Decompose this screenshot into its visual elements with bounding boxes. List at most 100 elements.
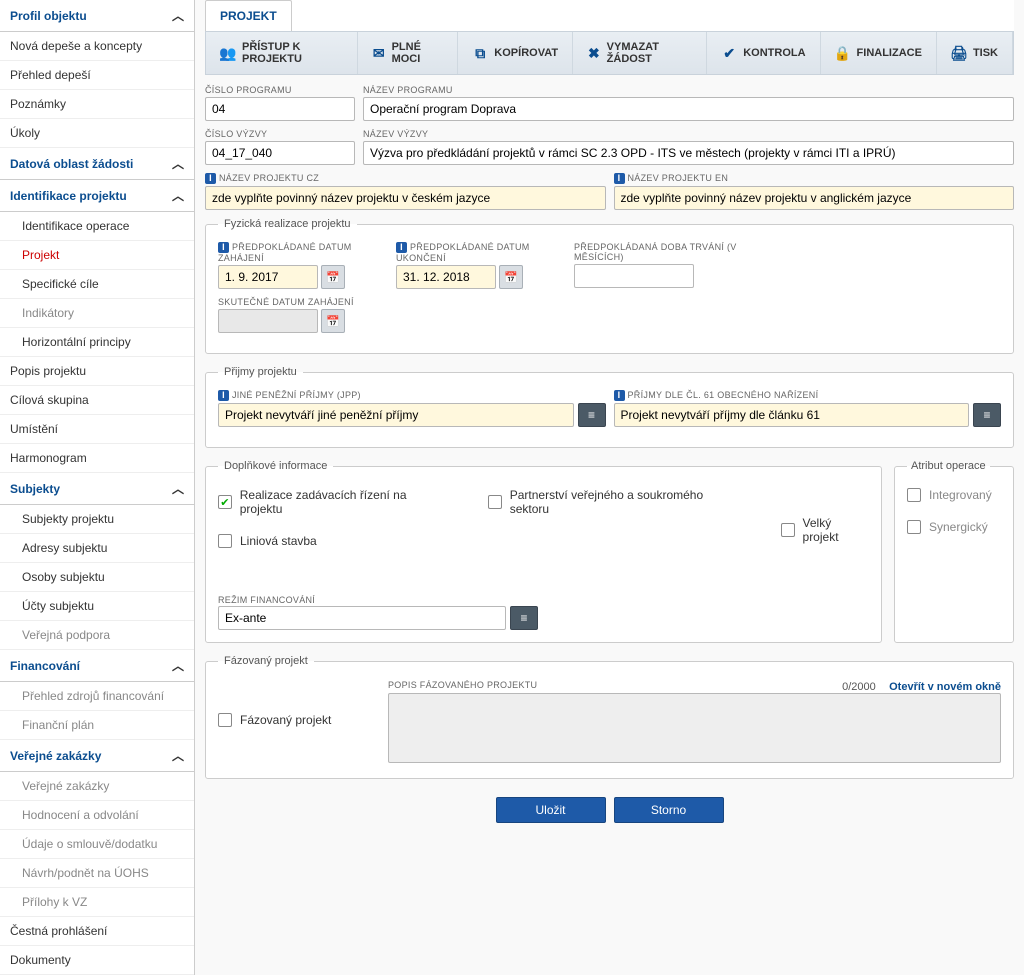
popis-fazovany-textarea[interactable]: [388, 693, 1001, 763]
toolbar: 👥PŘÍSTUP K PROJEKTU ✉PLNÉ MOCI ⧉KOPÍROVA…: [205, 31, 1014, 75]
sidebar-item-indikatory[interactable]: Indikátory: [0, 299, 194, 328]
calendar-icon: 📅: [326, 315, 340, 328]
sidebar-item-prehled-zdroju[interactable]: Přehled zdrojů financování: [0, 682, 194, 711]
sidebar-item-verejna-podpora[interactable]: Veřejná podpora: [0, 621, 194, 650]
sidebar-header-vz[interactable]: Veřejné zakázky ︿: [0, 740, 194, 772]
sidebar-header-label: Profil objektu: [10, 9, 87, 23]
sidebar-item-identifikace-operace[interactable]: Identifikace operace: [0, 212, 194, 241]
sidebar-item-ukoly[interactable]: Úkoly: [0, 119, 194, 148]
chk-velky[interactable]: [781, 523, 795, 537]
tab-projekt[interactable]: PROJEKT: [205, 0, 292, 31]
sidebar-header-identifikace[interactable]: Identifikace projektu ︿: [0, 180, 194, 212]
jpp-input[interactable]: [218, 403, 574, 427]
calendar-button[interactable]: 📅: [499, 265, 523, 289]
chk-synergicky[interactable]: [907, 520, 921, 534]
lookup-button[interactable]: ≡: [510, 606, 538, 630]
tool-pristup[interactable]: 👥PŘÍSTUP K PROJEKTU: [206, 32, 358, 74]
calendar-button[interactable]: 📅: [321, 265, 345, 289]
required-icon: i: [396, 242, 407, 253]
nazev-en-input[interactable]: [614, 186, 1015, 210]
sidebar-item-cestna[interactable]: Čestná prohlášení: [0, 917, 194, 946]
sidebar-item-prehled-depesi[interactable]: Přehled depeší: [0, 61, 194, 90]
sidebar-header-label: Veřejné zakázky: [10, 749, 101, 763]
chk-partnerstvi[interactable]: [488, 495, 502, 509]
sidebar-item-adresy[interactable]: Adresy subjektu: [0, 534, 194, 563]
nazev-programu-input[interactable]: [363, 97, 1014, 121]
sidebar-item-popis[interactable]: Popis projektu: [0, 357, 194, 386]
sidebar-header-label: Subjekty: [10, 482, 60, 496]
chevron-up-icon: ︿: [172, 7, 184, 24]
label-doba: PŘEDPOKLÁDANÁ DOBA TRVÁNÍ (V MĚSÍCÍCH): [574, 242, 774, 262]
lookup-button[interactable]: ≡: [578, 403, 606, 427]
nazev-cz-input[interactable]: [205, 186, 606, 210]
tool-vymazat[interactable]: ✖VYMAZAT ŽÁDOST: [573, 32, 707, 74]
sidebar-item-uohs[interactable]: Návrh/podnět na ÚOHS: [0, 859, 194, 888]
chk-label: Partnerství veřejného a soukromého sekto…: [510, 488, 741, 516]
tool-finalizace[interactable]: 🔒FINALIZACE: [821, 32, 937, 74]
sidebar-header-profil[interactable]: Profil objektu ︿: [0, 0, 194, 32]
sidebar-header-subjekty[interactable]: Subjekty ︿: [0, 473, 194, 505]
sidebar-item-prilohy-vz[interactable]: Přílohy k VZ: [0, 888, 194, 917]
main: PROJEKT 👥PŘÍSTUP K PROJEKTU ✉PLNÉ MOCI ⧉…: [195, 0, 1024, 975]
label-cl61: iPŘÍJMY DLE ČL. 61 OBECNÉHO NAŘÍZENÍ: [614, 390, 1002, 401]
sidebar-item-specificke-cile[interactable]: Specifické cíle: [0, 270, 194, 299]
required-icon: i: [205, 173, 216, 184]
tool-label: TISK: [973, 47, 998, 59]
chk-liniova[interactable]: [218, 534, 232, 548]
chk-integrovany[interactable]: [907, 488, 921, 502]
doba-input[interactable]: [574, 264, 694, 288]
sidebar-item-subjekty-projektu[interactable]: Subjekty projektu: [0, 505, 194, 534]
label-zahajeni: iPŘEDPOKLÁDANÉ DATUM ZAHÁJENÍ: [218, 242, 388, 263]
cancel-button[interactable]: Storno: [614, 797, 724, 823]
cislo-programu-input[interactable]: [205, 97, 355, 121]
rezim-input[interactable]: [218, 606, 506, 630]
nazev-vyzvy-input[interactable]: [363, 141, 1014, 165]
sidebar-header-financovani[interactable]: Financování ︿: [0, 650, 194, 682]
sidebar-item-smlouva[interactable]: Údaje o smlouvě/dodatku: [0, 830, 194, 859]
sidebar-header-label: Financování: [10, 659, 80, 673]
ukonceni-input[interactable]: [396, 265, 496, 289]
save-button[interactable]: Uložit: [496, 797, 606, 823]
sidebar-item-harmon[interactable]: Harmonogram: [0, 444, 194, 473]
tool-label: VYMAZAT ŽÁDOST: [607, 41, 693, 65]
lookup-button[interactable]: ≡: [973, 403, 1001, 427]
sidebar-item-osoby[interactable]: Osoby subjektu: [0, 563, 194, 592]
zahajeni-input[interactable]: [218, 265, 318, 289]
tool-kopirovat[interactable]: ⧉KOPÍROVAT: [458, 32, 573, 74]
calendar-button[interactable]: 📅: [321, 309, 345, 333]
tool-plne-moci[interactable]: ✉PLNÉ MOCI: [358, 32, 458, 74]
sidebar-header-datova[interactable]: Datová oblast žádosti ︿: [0, 148, 194, 180]
tool-label: KONTROLA: [743, 47, 805, 59]
chk-realizace[interactable]: ✔: [218, 495, 232, 509]
sidebar-item-umisteni[interactable]: Umístění: [0, 415, 194, 444]
cl61-input[interactable]: [614, 403, 970, 427]
chk-label: Realizace zadávacích řízení na projektu: [240, 488, 448, 516]
sidebar-item-cilova[interactable]: Cílová skupina: [0, 386, 194, 415]
sidebar-item-hodnoceni[interactable]: Hodnocení a odvolání: [0, 801, 194, 830]
chk-label: Synergický: [929, 520, 988, 534]
sidebar-item-ucty[interactable]: Účty subjektu: [0, 592, 194, 621]
lock-icon: 🔒: [835, 45, 851, 61]
label-rezim: REŽIM FINANCOVÁNÍ: [218, 595, 315, 605]
sidebar-item-horizontalni[interactable]: Horizontální principy: [0, 328, 194, 357]
sidebar-item-poznamky[interactable]: Poznámky: [0, 90, 194, 119]
chk-fazovany[interactable]: [218, 713, 232, 727]
tool-tisk[interactable]: 🖨 TISK: [937, 32, 1013, 74]
chevron-up-icon: ︿: [172, 480, 184, 497]
sidebar-item-financni-plan[interactable]: Finanční plán: [0, 711, 194, 740]
sidebar-item-nova-depese[interactable]: Nová depeše a koncepty: [0, 32, 194, 61]
legend-fyzicka: Fyzická realizace projektu: [218, 218, 357, 230]
label-nazev-programu: NÁZEV PROGRAMU: [363, 85, 1014, 95]
legend-atribut: Atribut operace: [907, 460, 990, 472]
open-new-window-link[interactable]: Otevřít v novém okně: [889, 681, 1001, 693]
cislo-vyzvy-input[interactable]: [205, 141, 355, 165]
chk-label: Velký projekt: [803, 516, 869, 544]
skutecne-input[interactable]: [218, 309, 318, 333]
sidebar-item-dokumenty[interactable]: Dokumenty: [0, 946, 194, 975]
tool-kontrola[interactable]: ✔KONTROLA: [707, 32, 820, 74]
fieldset-fyzicka: Fyzická realizace projektu iPŘEDPOKLÁDAN…: [205, 218, 1014, 354]
sidebar-item-vz[interactable]: Veřejné zakázky: [0, 772, 194, 801]
sidebar-item-projekt[interactable]: Projekt: [0, 241, 194, 270]
legend-prijmy: Přijmy projektu: [218, 366, 303, 378]
print-icon: 🖨: [951, 45, 967, 61]
